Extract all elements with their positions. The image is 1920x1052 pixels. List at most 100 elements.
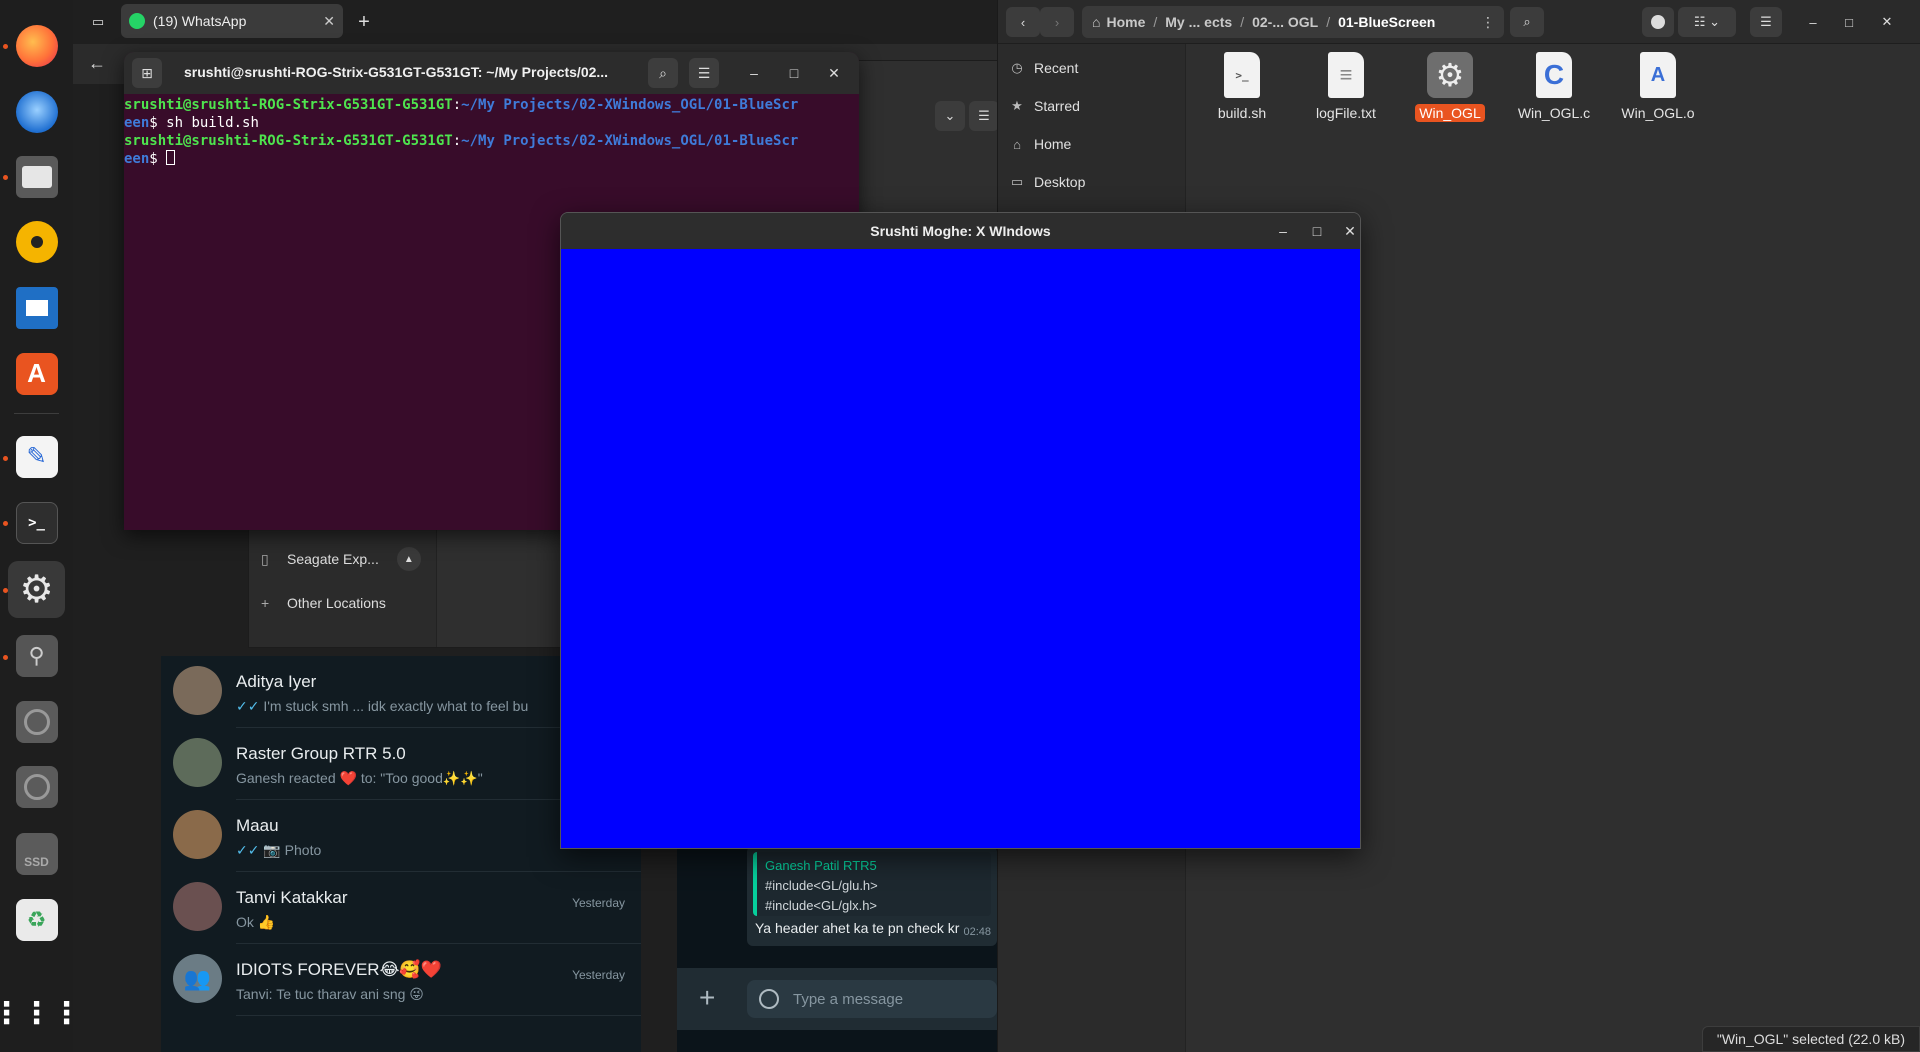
libreoffice-impress-dock-icon[interactable]: [8, 279, 65, 336]
chat-preview-text: Ok 👍: [236, 914, 276, 930]
maximize-icon[interactable]: □: [1307, 221, 1327, 241]
chat-name: Maau: [236, 816, 279, 835]
chat-preview: Ganesh reacted ❤️ to: "Too good✨✨": [236, 770, 483, 787]
emoji-icon[interactable]: [759, 989, 779, 1009]
chat-name: IDIOTS FOREVER😂🥰❤️: [236, 960, 442, 979]
app-center-dock-icon[interactable]: A: [8, 345, 65, 402]
sidebar-item-label: Home: [1034, 136, 1072, 152]
tab-close-icon[interactable]: ✕: [323, 13, 335, 30]
close-icon[interactable]: ✕: [824, 63, 844, 83]
menu-icon[interactable]: ☰: [689, 58, 719, 88]
running-indicator: [3, 44, 8, 49]
optical-drive-2-dock-icon[interactable]: [8, 758, 65, 815]
dock-separator: [14, 413, 59, 414]
file-build-sh[interactable]: >_ build.sh: [1194, 52, 1290, 122]
sidebar-item-recent[interactable]: ◷ Recent: [1008, 53, 1078, 83]
optical-drive-dock-icon[interactable]: [8, 693, 65, 750]
divider: [236, 1015, 641, 1016]
view-options-chevron-icon[interactable]: ⌄: [935, 101, 965, 131]
terminal-output[interactable]: srushti@srushti-ROG-Strix-G531GT-G531GT:…: [124, 96, 844, 168]
maximize-icon[interactable]: □: [1834, 7, 1864, 37]
rhythmbox-dock-icon[interactable]: [8, 213, 65, 270]
back-chevron-icon[interactable]: ‹: [1006, 7, 1040, 37]
avatar: [173, 738, 222, 787]
minimize-icon[interactable]: –: [1273, 221, 1293, 241]
sidebar-item-seagate[interactable]: ▯ Seagate Exp... ▲: [261, 547, 421, 571]
close-icon[interactable]: ✕: [1872, 7, 1902, 37]
breadcrumb-separator: /: [1240, 14, 1245, 30]
thunderbird-dock-icon[interactable]: [8, 83, 65, 140]
attach-plus-icon[interactable]: +: [699, 984, 715, 1012]
chat-list-item[interactable]: 👥 IDIOTS FOREVER😂🥰❤️ Tanvi: Te tuc tharav…: [161, 944, 641, 1016]
tab-title: (19) WhatsApp: [153, 13, 247, 29]
minimize-icon[interactable]: –: [744, 63, 764, 83]
sidebar-item-home[interactable]: ⌂ Home: [1008, 129, 1071, 159]
avatar: 👥: [173, 954, 222, 1003]
command-text: sh build.sh: [166, 115, 259, 131]
breadcrumb-home[interactable]: Home: [1106, 14, 1145, 30]
file-win-ogl-o[interactable]: A Win_OGL.o: [1610, 52, 1706, 122]
view-toggle-icon[interactable]: [1642, 7, 1674, 37]
forward-chevron-icon[interactable]: ›: [1040, 7, 1074, 37]
x-window-header: Srushti Moghe: X WIndows – □ ✕: [561, 213, 1360, 249]
chat-preview: ✓✓ I'm stuck smh ... idk exactly what to…: [236, 698, 528, 715]
tab-whatsapp[interactable]: (19) WhatsApp ✕: [121, 4, 343, 38]
sidebar-item-starred[interactable]: ★ Starred: [1008, 91, 1080, 121]
terminal-cursor: [166, 150, 176, 165]
new-tab-icon[interactable]: ⊞: [132, 58, 162, 88]
ssd-drive-dock-icon[interactable]: SSD: [8, 825, 65, 882]
message-placeholder: Type a message: [793, 990, 904, 1008]
new-tab-button[interactable]: +: [349, 7, 379, 37]
running-indicator: [3, 655, 8, 660]
read-receipt-icon: ✓✓: [236, 698, 260, 714]
file-label: build.sh: [1217, 105, 1267, 121]
sidebar-item-label: Other Locations: [287, 595, 386, 611]
eject-icon[interactable]: ▲: [396, 547, 421, 571]
sidebar-item-desktop[interactable]: ▭ Desktop: [1008, 167, 1086, 197]
usb-drive-dock-icon[interactable]: ⚲: [8, 627, 65, 684]
breadcrumb-projects[interactable]: My ... ects: [1165, 14, 1232, 30]
opengl-blue-canvas[interactable]: [561, 249, 1360, 848]
chat-preview-text: Tanvi: Te tuc tharav ani sng 😜: [236, 986, 424, 1002]
c-source-file-icon: C: [1536, 52, 1572, 98]
breadcrumb-current[interactable]: 01-BlueScreen: [1338, 14, 1435, 30]
search-icon[interactable]: ⌕: [648, 58, 678, 88]
prompt-path: ~/My Projects/02-XWindows_OGL/01-BlueScr: [461, 133, 799, 149]
message-input[interactable]: Type a message: [747, 980, 997, 1018]
chat-list-item[interactable]: Tanvi Katakkar Ok 👍 Yesterday: [161, 872, 641, 944]
quote-line: #include<GL/glx.h>: [765, 898, 878, 913]
message-time: 02:48: [963, 926, 991, 938]
sidebar-item-other-locations[interactable]: + Other Locations: [261, 595, 386, 611]
quoted-message[interactable]: Ganesh Patil RTR5 #include<GL/glu.h> #in…: [753, 852, 991, 916]
running-indicator: [3, 456, 8, 461]
firefox-dock-icon[interactable]: [8, 17, 65, 74]
show-apps-grid-icon[interactable]: ⋮⋮⋮: [0, 985, 82, 1042]
settings-dock-icon[interactable]: ⚙: [8, 561, 65, 618]
maximize-icon[interactable]: □: [784, 63, 804, 83]
back-arrow-icon[interactable]: ←: [73, 48, 121, 78]
menu-icon[interactable]: ☰: [969, 101, 999, 131]
running-indicator: [3, 521, 8, 526]
running-indicator: [3, 588, 8, 593]
text-editor-dock-icon[interactable]: ✎: [8, 428, 65, 485]
prompt-path: een: [124, 115, 150, 131]
minimize-icon[interactable]: –: [1798, 7, 1828, 37]
file-label: Win_OGL.o: [1621, 105, 1695, 121]
sidebar-item-label: Recent: [1034, 60, 1079, 76]
terminal-dock-icon[interactable]: >_: [8, 494, 65, 551]
hamburger-menu-icon[interactable]: ☰: [1750, 7, 1782, 37]
tab-overview-icon[interactable]: ▭: [83, 7, 113, 37]
list-view-icon[interactable]: ☷ ⌄: [1678, 7, 1736, 37]
group-icon: 👥: [183, 965, 212, 991]
path-menu-icon[interactable]: ⋮: [1472, 14, 1504, 31]
close-icon[interactable]: ✕: [1340, 221, 1360, 241]
trash-dock-icon[interactable]: ♻: [8, 891, 65, 948]
file-logfile-txt[interactable]: ≡ logFile.txt: [1298, 52, 1394, 122]
chat-name: Tanvi Katakkar: [236, 888, 348, 907]
file-win-ogl[interactable]: ⚙ Win_OGL: [1402, 52, 1498, 122]
breadcrumb-xwindows[interactable]: 02-... OGL: [1252, 14, 1318, 30]
files-dock-icon[interactable]: [8, 148, 65, 205]
search-icon[interactable]: ⌕: [1510, 7, 1544, 37]
file-win-ogl-c[interactable]: C Win_OGL.c: [1506, 52, 1602, 122]
selection-status: "Win_OGL" selected (22.0 kB): [1701, 1026, 1920, 1052]
